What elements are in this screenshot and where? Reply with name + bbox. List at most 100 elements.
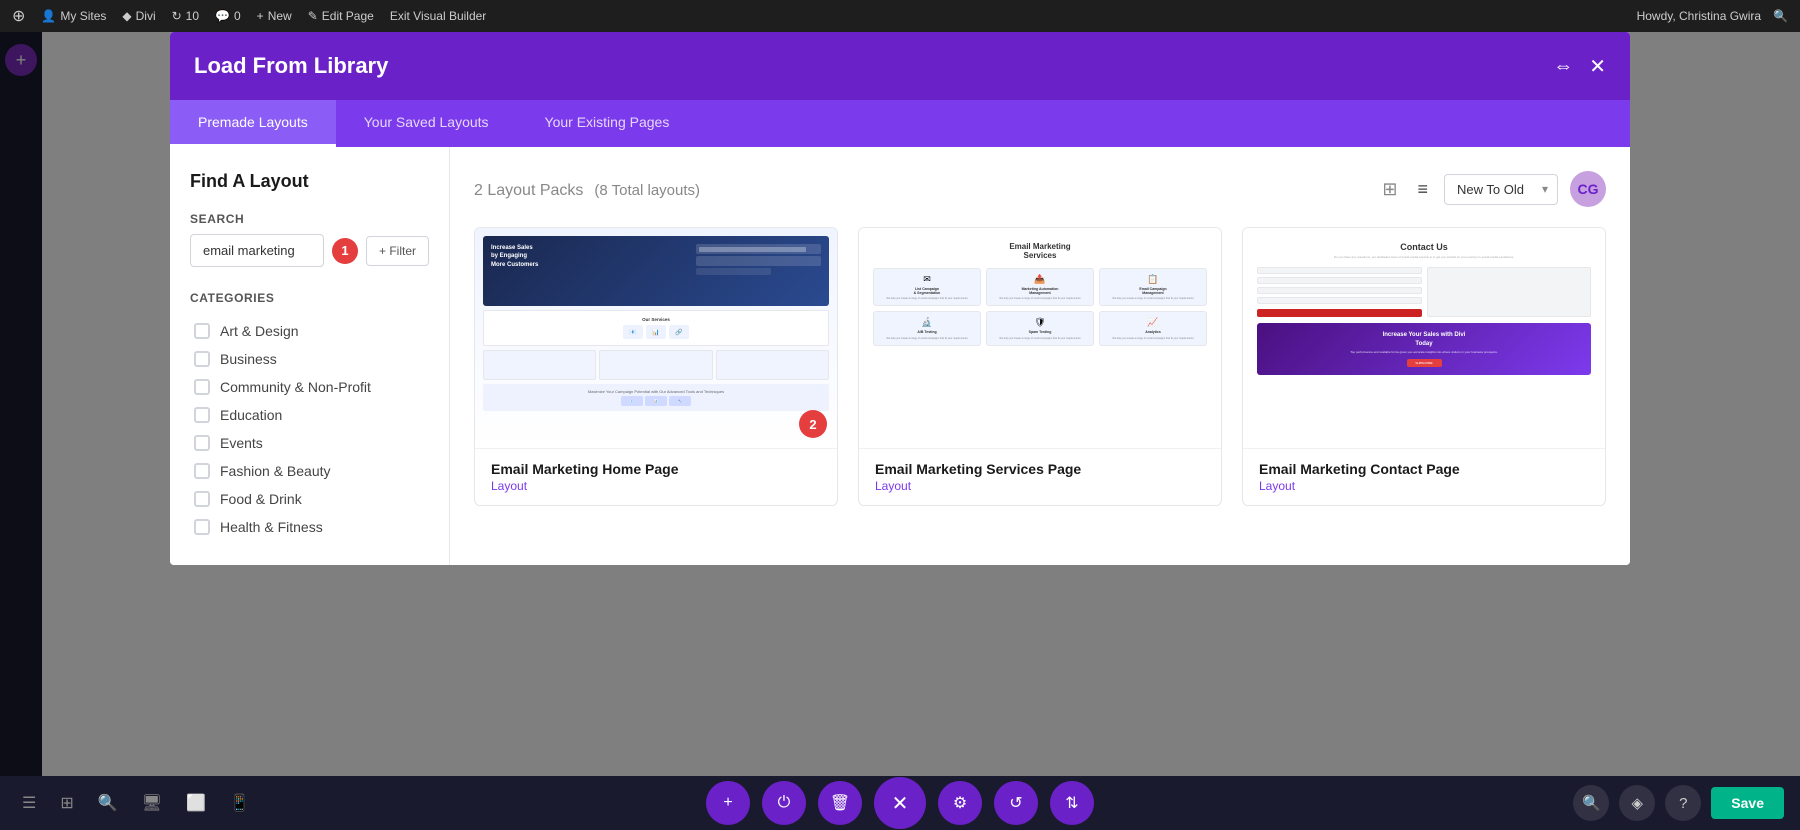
modal-overlay: Load From Library ⇔ ✕ Premade Layouts Yo… bbox=[0, 32, 1800, 830]
category-events[interactable]: Events bbox=[190, 429, 429, 457]
desktop-icon[interactable]: 🖥 bbox=[136, 787, 168, 819]
category-checkbox-community[interactable] bbox=[194, 379, 210, 395]
power-button[interactable]: ⏻ bbox=[762, 781, 806, 825]
category-checkbox-food-drink[interactable] bbox=[194, 491, 210, 507]
layout-count: 2 Layout Packs (8 Total layouts) bbox=[474, 179, 700, 200]
layout-card-email-contact[interactable]: Contact Us Do you have any questions, ou… bbox=[1242, 227, 1606, 506]
grid-icon[interactable]: ⊞ bbox=[54, 787, 79, 819]
updates-icon: ↻ bbox=[172, 9, 182, 23]
close-button[interactable]: ✕ bbox=[874, 777, 926, 829]
category-label-business: Business bbox=[220, 351, 277, 367]
admin-search-icon[interactable]: 🔍 bbox=[1773, 9, 1788, 23]
edit-page-link[interactable]: ✎ Edit Page bbox=[308, 9, 374, 23]
layout-preview-email-services: Email MarketingServices ✉ List Campaign&… bbox=[859, 228, 1221, 448]
tab-saved-layouts[interactable]: Your Saved Layouts bbox=[336, 100, 517, 147]
layout-preview-email-home: Increase Salesby EngagingMore Customers … bbox=[475, 228, 837, 448]
layout-type-email-home: Layout bbox=[491, 479, 821, 493]
bottom-toolbar: ☰ ⊞ 🔍 🖥 ⬜ 📱 + ⏻ 🗑 ✕ ⚙ ↺ ⇅ 🔍 ◈ ? Save bbox=[0, 776, 1800, 830]
category-health-fitness[interactable]: Health & Fitness bbox=[190, 513, 429, 541]
close-modal-icon[interactable]: ✕ bbox=[1589, 54, 1606, 79]
category-label-fashion-beauty: Fashion & Beauty bbox=[220, 463, 331, 479]
search-label: Search bbox=[190, 212, 429, 226]
category-business[interactable]: Business bbox=[190, 345, 429, 373]
modal-tabs: Premade Layouts Your Saved Layouts Your … bbox=[170, 100, 1630, 147]
content-header: 2 Layout Packs (8 Total layouts) ⊞ ≡ New… bbox=[474, 171, 1606, 207]
layout-type-email-contact: Layout bbox=[1259, 479, 1589, 493]
filter-button[interactable]: + Filter bbox=[366, 236, 429, 266]
toolbar-right: 🔍 ◈ ? Save bbox=[1573, 785, 1784, 821]
category-checkbox-fashion-beauty[interactable] bbox=[194, 463, 210, 479]
card-badge-2: 2 bbox=[799, 410, 827, 438]
layout-card-email-home[interactable]: Increase Salesby EngagingMore Customers … bbox=[474, 227, 838, 506]
modal-title: Load From Library bbox=[194, 53, 388, 79]
category-community[interactable]: Community & Non-Profit bbox=[190, 373, 429, 401]
divi-link[interactable]: ◆ Divi bbox=[122, 9, 155, 23]
layout-preview-email-contact: Contact Us Do you have any questions, ou… bbox=[1243, 228, 1605, 448]
updates-link[interactable]: ↻ 10 bbox=[172, 9, 199, 23]
category-label-art-design: Art & Design bbox=[220, 323, 299, 339]
category-label-health-fitness: Health & Fitness bbox=[220, 519, 323, 535]
pencil-icon: ✎ bbox=[308, 9, 318, 23]
category-fashion-beauty[interactable]: Fashion & Beauty bbox=[190, 457, 429, 485]
adjust-layout-icon[interactable]: ⇔ bbox=[1553, 55, 1573, 78]
layers-icon[interactable]: ◈ bbox=[1619, 785, 1655, 821]
save-button[interactable]: Save bbox=[1711, 787, 1784, 819]
comments-link[interactable]: 💬 0 bbox=[215, 9, 241, 23]
tab-existing-pages[interactable]: Your Existing Pages bbox=[517, 100, 698, 147]
settings-button[interactable]: ⚙ bbox=[938, 781, 982, 825]
user-greeting[interactable]: Howdy, Christina Gwira bbox=[1637, 9, 1761, 23]
help-icon[interactable]: ? bbox=[1665, 785, 1701, 821]
new-link[interactable]: + New bbox=[257, 9, 292, 23]
sort-select[interactable]: New To Old Old To New A to Z Z to A bbox=[1444, 174, 1558, 205]
search-row: 1 + Filter bbox=[190, 234, 429, 267]
layout-grid: Increase Salesby EngagingMore Customers … bbox=[474, 227, 1606, 506]
add-element-button[interactable]: + bbox=[706, 781, 750, 825]
layout-name-email-home: Email Marketing Home Page bbox=[491, 461, 821, 477]
exit-builder-link[interactable]: Exit Visual Builder bbox=[390, 9, 487, 23]
category-art-design[interactable]: Art & Design bbox=[190, 317, 429, 345]
category-label-food-drink: Food & Drink bbox=[220, 491, 302, 507]
grid-view-button[interactable]: ⊞ bbox=[1378, 175, 1401, 204]
mobile-icon[interactable]: 📱 bbox=[224, 787, 256, 819]
hamburger-icon[interactable]: ☰ bbox=[16, 787, 42, 819]
search-icon[interactable]: 🔍 bbox=[92, 787, 124, 819]
layout-card-email-services[interactable]: Email MarketingServices ✉ List Campaign&… bbox=[858, 227, 1222, 506]
admin-bar-right: Howdy, Christina Gwira 🔍 bbox=[1637, 9, 1788, 23]
category-label-community: Community & Non-Profit bbox=[220, 379, 371, 395]
search-badge: 1 bbox=[332, 238, 358, 264]
category-checkbox-health-fitness[interactable] bbox=[194, 519, 210, 535]
category-checkbox-art-design[interactable] bbox=[194, 323, 210, 339]
tab-premade-layouts[interactable]: Premade Layouts bbox=[170, 100, 336, 147]
user-avatar: CG bbox=[1570, 171, 1606, 207]
layout-info-email-services: Email Marketing Services Page Layout bbox=[859, 448, 1221, 505]
wp-logo-icon[interactable]: ⊕ bbox=[12, 6, 25, 26]
content-controls: ⊞ ≡ New To Old Old To New A to Z Z to A … bbox=[1378, 171, 1606, 207]
category-label-education: Education bbox=[220, 407, 282, 423]
filter-sidebar: Find A Layout Search 1 + Filter Categori… bbox=[170, 147, 450, 565]
layout-name-email-services: Email Marketing Services Page bbox=[875, 461, 1205, 477]
delete-button[interactable]: 🗑 bbox=[818, 781, 862, 825]
modal-header: Load From Library ⇔ ✕ bbox=[170, 32, 1630, 100]
history-button[interactable]: ↺ bbox=[994, 781, 1038, 825]
category-label-events: Events bbox=[220, 435, 263, 451]
search-toolbar-icon[interactable]: 🔍 bbox=[1573, 785, 1609, 821]
layout-name-email-contact: Email Marketing Contact Page bbox=[1259, 461, 1589, 477]
toolbar-center: + ⏻ 🗑 ✕ ⚙ ↺ ⇅ bbox=[706, 777, 1094, 829]
my-sites-link[interactable]: 👤 My Sites bbox=[41, 9, 106, 23]
plus-icon: + bbox=[257, 9, 264, 23]
search-input[interactable] bbox=[190, 234, 324, 267]
category-food-drink[interactable]: Food & Drink bbox=[190, 485, 429, 513]
layout-button[interactable]: ⇅ bbox=[1050, 781, 1094, 825]
divi-icon: ◆ bbox=[122, 9, 131, 23]
categories-label: Categories bbox=[190, 291, 429, 305]
tablet-icon[interactable]: ⬜ bbox=[180, 787, 212, 819]
search-input-wrap bbox=[190, 234, 324, 267]
list-view-button[interactable]: ≡ bbox=[1413, 175, 1432, 204]
category-checkbox-events[interactable] bbox=[194, 435, 210, 451]
find-layout-heading: Find A Layout bbox=[190, 171, 429, 192]
library-modal: Load From Library ⇔ ✕ Premade Layouts Yo… bbox=[170, 32, 1630, 565]
category-checkbox-business[interactable] bbox=[194, 351, 210, 367]
category-checkbox-education[interactable] bbox=[194, 407, 210, 423]
category-education[interactable]: Education bbox=[190, 401, 429, 429]
modal-body: Find A Layout Search 1 + Filter Categori… bbox=[170, 147, 1630, 565]
